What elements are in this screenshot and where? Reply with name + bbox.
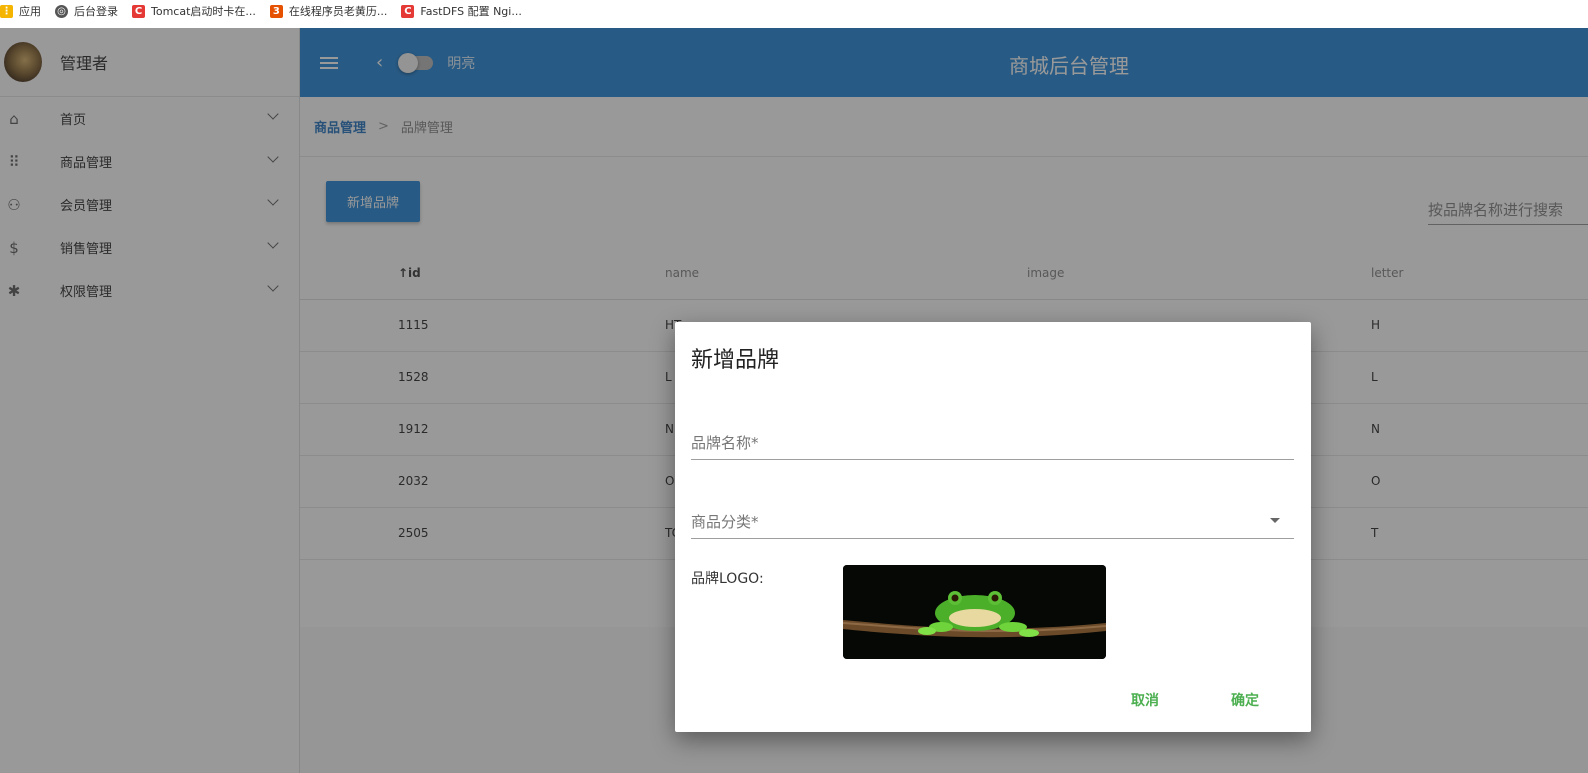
bookmark-label: 在线程序员老黄历...	[288, 5, 388, 18]
globe-icon: ◎	[55, 4, 68, 18]
bookmark-apps[interactable]: ⋮ 应用	[0, 3, 41, 19]
dialog-actions: 取消 确定	[1095, 682, 1311, 718]
add-brand-dialog: 新增品牌 品牌名称* 商品分类* 品牌LOGO: 取消 确定	[675, 322, 1311, 732]
bookmark-label: 应用	[19, 5, 41, 18]
csdn-c-icon: C	[401, 4, 415, 18]
confirm-button[interactable]: 确定	[1195, 682, 1295, 718]
bookmarks-bar: ⋮ 应用 ◎ 后台登录 C Tomcat启动时卡在... 3 在线程序员老黄历... C…	[0, 0, 1588, 22]
frog-picture	[843, 565, 1106, 659]
calendar-3-icon: 3	[269, 4, 283, 18]
brand-logo-image[interactable]	[843, 565, 1106, 659]
csdn-c-icon: C	[132, 4, 145, 18]
brand-name-label: 品牌名称*	[691, 434, 759, 452]
bookmark-label: FastDFS 配置 Ngi...	[420, 5, 522, 18]
bookmark-label: 后台登录	[74, 5, 118, 18]
category-label: 商品分类*	[691, 513, 759, 531]
bookmark-almanac[interactable]: 3 在线程序员老黄历...	[269, 3, 388, 19]
dialog-title: 新增品牌	[691, 348, 780, 373]
bookmark-admin-login[interactable]: ◎ 后台登录	[55, 3, 118, 19]
logo-label: 品牌LOGO:	[691, 571, 764, 587]
bookmark-label: Tomcat启动时卡在...	[151, 5, 256, 18]
dropdown-arrow-icon	[1270, 518, 1280, 523]
cancel-button[interactable]: 取消	[1095, 682, 1195, 718]
brand-name-field[interactable]: 品牌名称*	[691, 432, 1294, 460]
bookmark-fastdfs[interactable]: C FastDFS 配置 Ngi...	[401, 3, 522, 19]
apps-grid-icon: ⋮	[0, 4, 13, 18]
bookmark-tomcat[interactable]: C Tomcat启动时卡在...	[132, 3, 256, 19]
category-select[interactable]: 商品分类*	[691, 511, 1294, 539]
